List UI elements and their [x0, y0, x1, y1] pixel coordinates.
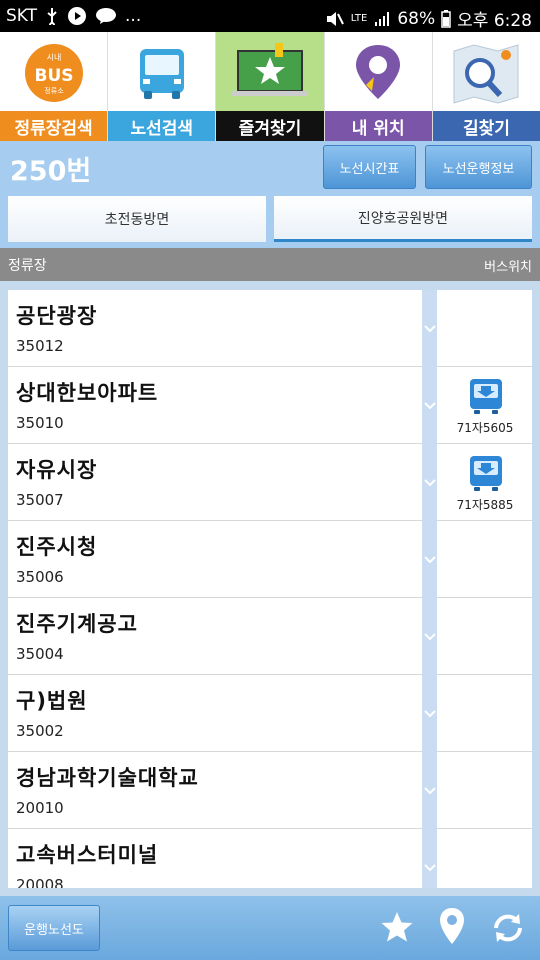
timetable-button[interactable]: 노선시간표 [323, 145, 416, 189]
bus-location-cell: 71자5885 [438, 444, 532, 521]
bus-icon [108, 38, 215, 108]
location-pin-icon[interactable] [438, 906, 466, 950]
stop-column-label: 정류장 [8, 258, 47, 274]
play-icon [67, 6, 87, 26]
status-bar: SKT ... LTE 68% 오후 6:28 [0, 0, 540, 32]
stop-row[interactable]: 공단광장 35012 [8, 290, 532, 367]
map-search-icon [433, 38, 540, 108]
badge-bus-text: BUS [34, 66, 73, 86]
tab-label: 길찾기 [432, 111, 540, 141]
tab-label: 노선검색 [108, 111, 216, 141]
stop-name: 상대한보아파트 [16, 381, 159, 405]
chevron-down-icon[interactable] [422, 367, 437, 444]
tab-my-location[interactable]: 내 위치 [324, 32, 433, 141]
stop-id: 20008 [16, 876, 64, 888]
usb-icon [45, 7, 59, 25]
bus-stop-icon: 시내 BUS 정류소 [0, 38, 107, 108]
direction-tab-chojeon[interactable]: 초전동방면 [8, 196, 266, 242]
bus-plate-number: 71자5605 [456, 421, 514, 435]
location-pin-icon [325, 38, 432, 108]
stop-row[interactable]: 경남과학기술대학교 20010 [8, 752, 532, 829]
bus-plate-number: 71자5885 [456, 498, 514, 512]
badge-top-text: 시내 [46, 53, 61, 62]
chevron-down-icon[interactable] [422, 598, 437, 675]
bus-icon[interactable] [468, 377, 504, 419]
bus-location-cell [438, 290, 532, 367]
stop-list[interactable]: 공단광장 35012 상대한보아파트 35010 71자5605 자유시장 35007 71자… [8, 290, 532, 888]
stop-name: 구)법원 [16, 689, 88, 713]
route-info-button[interactable]: 노선운행정보 [425, 145, 532, 189]
battery-icon [441, 9, 451, 28]
chevron-down-icon[interactable] [422, 829, 437, 888]
chevron-down-icon[interactable] [422, 521, 437, 598]
stop-name: 진주시청 [16, 535, 98, 559]
route-header: 250번 노선시간표 노선운행정보 [0, 141, 540, 193]
bus-location-cell [438, 675, 532, 752]
battery-percent: 68% [397, 8, 436, 29]
more-notifications: ... [125, 6, 142, 26]
star-icon[interactable] [380, 910, 414, 948]
stop-id: 35007 [16, 491, 64, 509]
direction-tab-jinyangho[interactable]: 진양호공원방면 [274, 196, 532, 242]
tab-route-search[interactable]: 노선검색 [108, 32, 217, 141]
bus-location-cell [438, 829, 532, 888]
network-label: LTE [350, 13, 368, 24]
talk-icon [95, 7, 117, 25]
main-tab-bar: 시내 BUS 정류소 정류장검색 노선검색 즐겨찾기 내 위치 길찾기 [0, 32, 540, 141]
carrier-label: SKT [6, 6, 38, 26]
bus-location-cell: 71자5605 [438, 367, 532, 444]
list-column-header: 정류장 버스위치 [0, 248, 540, 281]
chevron-down-icon[interactable] [422, 444, 437, 521]
stop-row[interactable]: 상대한보아파트 35010 71자5605 [8, 367, 532, 444]
chevron-down-icon[interactable] [422, 752, 437, 829]
chevron-down-icon[interactable] [422, 290, 437, 367]
stop-id: 35006 [16, 568, 64, 586]
clock: 오후 6:28 [457, 11, 532, 31]
route-map-button[interactable]: 운행노선도 [8, 905, 100, 951]
stop-id: 20010 [16, 799, 64, 817]
stop-row[interactable]: 고속버스터미널 20008 [8, 829, 532, 888]
favorite-monitor-icon [216, 38, 323, 108]
refresh-icon[interactable] [490, 910, 526, 950]
stop-id: 35012 [16, 337, 64, 355]
stop-row[interactable]: 진주시청 35006 [8, 521, 532, 598]
stop-row[interactable]: 자유시장 35007 71자5885 [8, 444, 532, 521]
direction-tabs: 초전동방면 진양호공원방면 [0, 193, 540, 248]
bus-location-cell [438, 598, 532, 675]
tab-stop-search[interactable]: 시내 BUS 정류소 정류장검색 [0, 32, 109, 141]
bus-icon[interactable] [468, 454, 504, 496]
tab-label: 정류장검색 [0, 111, 108, 141]
bus-location-cell [438, 521, 532, 598]
stop-id: 35010 [16, 414, 64, 432]
signal-icon [373, 10, 391, 28]
tab-favorites[interactable]: 즐겨찾기 [216, 32, 325, 141]
route-title: 250번 [10, 156, 92, 187]
bus-location-cell [438, 752, 532, 829]
tab-label: 즐겨찾기 [216, 111, 324, 141]
stop-row[interactable]: 구)법원 35002 [8, 675, 532, 752]
stop-id: 35002 [16, 722, 64, 740]
stop-name: 공단광장 [16, 304, 98, 328]
tab-directions[interactable]: 길찾기 [432, 32, 540, 141]
stop-row[interactable]: 진주기계공고 35004 [8, 598, 532, 675]
badge-bottom-text: 정류소 [44, 86, 64, 95]
mute-icon [325, 10, 345, 28]
tab-label: 내 위치 [324, 111, 432, 141]
bottom-bar: 운행노선도 [0, 896, 540, 960]
stop-name: 진주기계공고 [16, 612, 138, 636]
chevron-down-icon[interactable] [422, 675, 437, 752]
stop-name: 경남과학기술대학교 [16, 766, 199, 790]
bus-location-column-label: 버스위치 [484, 260, 532, 275]
stop-name: 자유시장 [16, 458, 98, 482]
stop-id: 35004 [16, 645, 64, 663]
stop-name: 고속버스터미널 [16, 843, 159, 867]
